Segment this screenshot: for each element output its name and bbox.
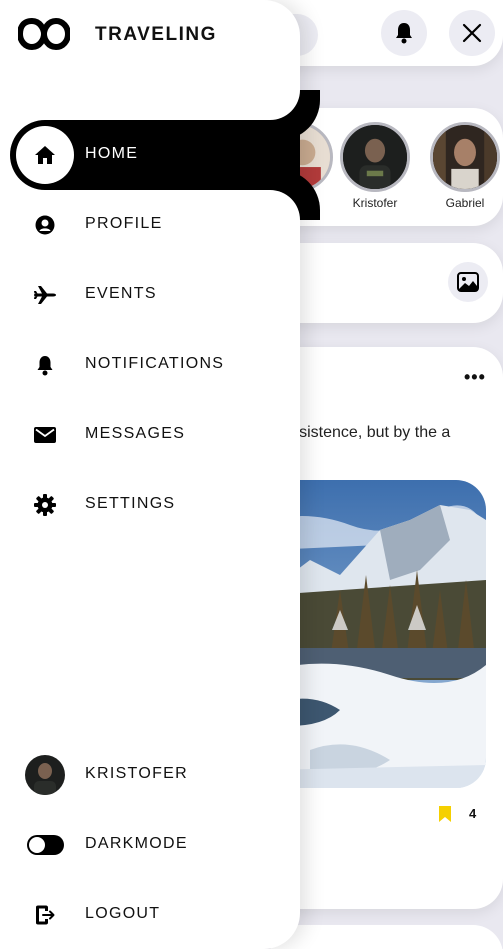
toggle-knob bbox=[28, 837, 45, 853]
story-name: Kristofer bbox=[352, 196, 398, 210]
infinity-logo-icon bbox=[17, 18, 71, 50]
nav-item-darkmode[interactable]: DARKMODE bbox=[0, 810, 300, 880]
nav-label: PROFILE bbox=[85, 215, 163, 232]
nav-icon bbox=[27, 417, 63, 453]
nav-label: EVENTS bbox=[85, 285, 157, 302]
next-post-card bbox=[270, 925, 503, 949]
nav-icon bbox=[27, 347, 63, 383]
home-icon-wrap bbox=[16, 126, 74, 184]
gear-icon bbox=[34, 494, 56, 516]
app-title: TRAVELING bbox=[95, 24, 217, 45]
post-image[interactable] bbox=[270, 480, 486, 788]
bookmark-count: 4 bbox=[469, 806, 477, 821]
side-drawer: TRAVELING HOME PROFILE EVENTS NOTIFICATI… bbox=[0, 0, 300, 949]
nav-label: LOGOUT bbox=[85, 905, 161, 922]
nav-item-logout[interactable]: LOGOUT bbox=[0, 880, 300, 949]
nav-item-user[interactable]: KRISTOFER bbox=[0, 740, 300, 810]
nav-label: DARKMODE bbox=[85, 835, 188, 852]
nav-item-home[interactable]: HOME bbox=[10, 120, 300, 190]
nav-label: NOTIFICATIONS bbox=[85, 355, 225, 372]
envelope-icon bbox=[34, 427, 56, 443]
create-post-card[interactable] bbox=[270, 243, 503, 323]
close-menu-button[interactable] bbox=[449, 10, 495, 56]
nav-icon bbox=[27, 487, 63, 523]
user-icon bbox=[35, 215, 55, 235]
home-icon bbox=[35, 146, 55, 164]
notifications-button[interactable] bbox=[381, 10, 427, 56]
brand-logo bbox=[17, 17, 71, 56]
bell-icon bbox=[37, 355, 53, 375]
airplane-icon bbox=[34, 286, 56, 304]
image-icon bbox=[457, 272, 479, 292]
nav-item-messages[interactable]: MESSAGES bbox=[0, 400, 300, 470]
nav-icon bbox=[27, 897, 63, 933]
nav-item-settings[interactable]: SETTINGS bbox=[0, 470, 300, 540]
nav-icon bbox=[25, 755, 65, 795]
nav-item-notifications[interactable]: NOTIFICATIONS bbox=[0, 330, 300, 400]
nav-item-profile[interactable]: PROFILE bbox=[0, 190, 300, 260]
nav-label: KRISTOFER bbox=[85, 765, 188, 782]
post-card: ••• persistence, but by the a 4 bbox=[270, 347, 503, 909]
story-item[interactable]: Kristofer bbox=[339, 122, 411, 210]
toggle-icon bbox=[26, 835, 64, 855]
nav-label: HOME bbox=[85, 145, 139, 162]
nav-label: MESSAGES bbox=[85, 425, 186, 442]
post-text: persistence, but by the a bbox=[276, 424, 451, 441]
nav-icon bbox=[27, 207, 63, 243]
nav-label: SETTINGS bbox=[85, 495, 176, 512]
story-avatar bbox=[340, 122, 410, 192]
nav-item-events[interactable]: EVENTS bbox=[0, 260, 300, 330]
nav-icon bbox=[27, 277, 63, 313]
avatar bbox=[25, 755, 65, 795]
story-avatar bbox=[430, 122, 500, 192]
bookmark-icon[interactable] bbox=[438, 805, 452, 828]
close-icon bbox=[462, 23, 482, 43]
logout-icon bbox=[36, 905, 55, 925]
add-photo-button[interactable] bbox=[448, 262, 488, 302]
stories-bar: do Kristofer Gabriel bbox=[263, 108, 503, 226]
story-name: Gabriel bbox=[445, 196, 485, 210]
darkmode-toggle[interactable] bbox=[26, 827, 64, 863]
more-options-icon[interactable]: ••• bbox=[464, 367, 486, 388]
story-item[interactable]: Gabriel bbox=[429, 122, 501, 210]
bell-icon bbox=[396, 23, 412, 44]
